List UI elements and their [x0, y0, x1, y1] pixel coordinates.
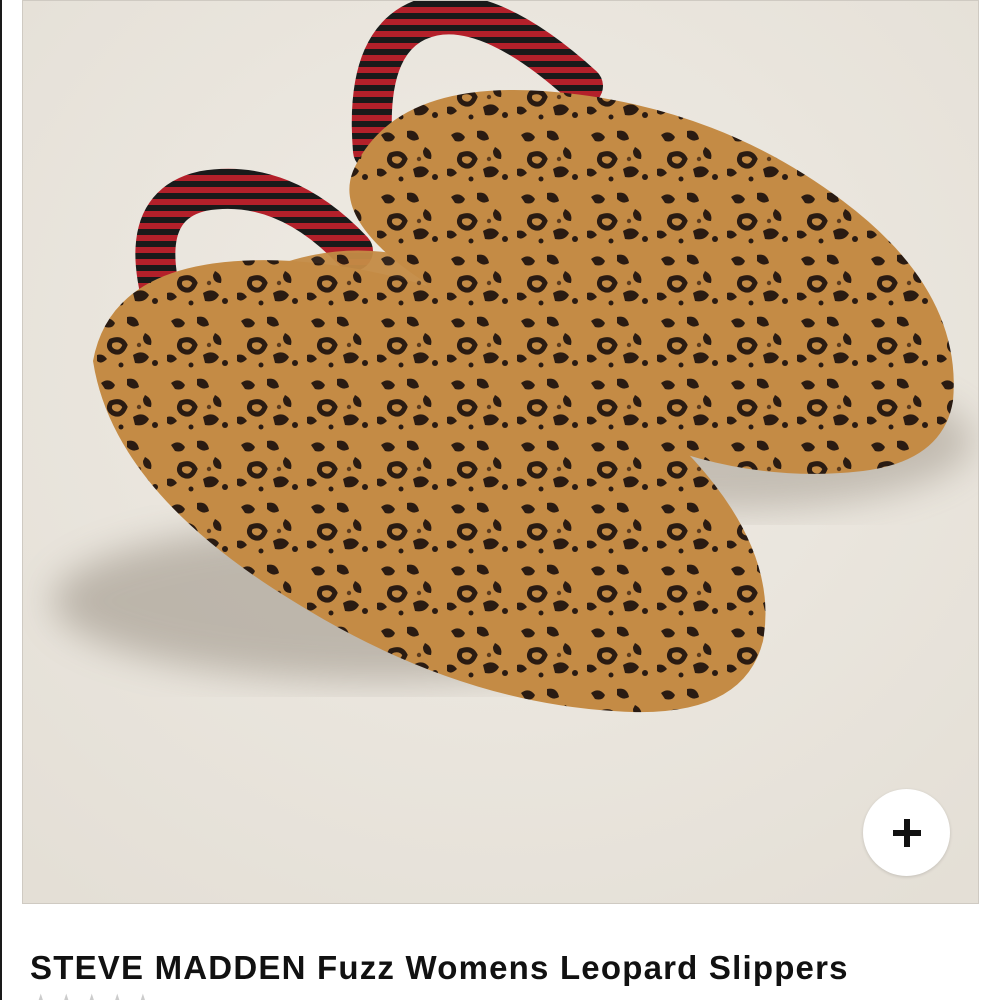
left-edge-divider: [0, 0, 2, 1000]
product-name: Fuzz Womens Leopard Slippers: [316, 949, 849, 986]
product-image[interactable]: [23, 1, 979, 904]
product-brand: STEVE MADDEN: [30, 949, 307, 986]
rating-stars: ★★★★★: [30, 992, 158, 1000]
add-button[interactable]: [863, 789, 950, 876]
product-title[interactable]: STEVE MADDEN Fuzz Womens Leopard Slipper…: [30, 946, 849, 990]
product-page: STEVE MADDEN Fuzz Womens Leopard Slipper…: [0, 0, 1000, 1000]
product-image-card[interactable]: [22, 0, 979, 904]
plus-icon: [892, 818, 921, 847]
